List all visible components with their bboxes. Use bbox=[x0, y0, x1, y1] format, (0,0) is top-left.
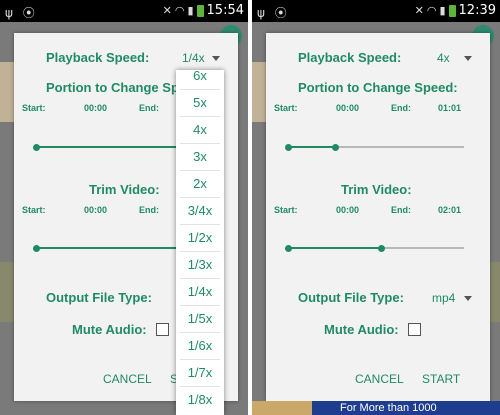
mute-audio-label: Mute Audio: bbox=[72, 322, 147, 337]
battery-icon bbox=[448, 4, 456, 17]
portion-start-value: 00:00 bbox=[84, 103, 108, 113]
signal-icon: ▮ bbox=[439, 4, 446, 17]
menu-item-1-3x[interactable]: 1/3x bbox=[176, 257, 224, 272]
portion-end-label: End: bbox=[391, 103, 411, 113]
menu-divider bbox=[180, 170, 220, 171]
output-file-type-label: Output File Type: bbox=[298, 290, 404, 305]
portion-label: Portion to Change Sp bbox=[46, 80, 179, 95]
menu-item-1-2x[interactable]: 1/2x bbox=[176, 230, 224, 245]
ad-banner[interactable]: For More than 1000 bbox=[252, 401, 500, 415]
portion-slider-fill bbox=[288, 146, 336, 148]
menu-item-1-5x[interactable]: 1/5x bbox=[176, 311, 224, 326]
cancel-button[interactable]: CANCEL bbox=[103, 372, 152, 386]
ad-thumbnail bbox=[252, 401, 312, 415]
trim-slider-fill bbox=[288, 247, 382, 249]
cancel-button[interactable]: CANCEL bbox=[355, 372, 404, 386]
trim-video-label: Trim Video: bbox=[341, 182, 412, 197]
menu-divider bbox=[180, 251, 220, 252]
trim-start-label: Start: bbox=[22, 205, 46, 215]
trim-end-value: 02:01 bbox=[438, 205, 462, 215]
mute-audio-label: Mute Audio: bbox=[324, 322, 399, 337]
video-thumbnail bbox=[0, 62, 14, 122]
mute-icon: ✕ bbox=[414, 4, 424, 17]
status-bar: ψ ⦿ ✕ ◠ ▮ 15:54 bbox=[0, 0, 248, 22]
video-thumbnail bbox=[0, 262, 14, 322]
trim-slider-start-handle[interactable] bbox=[285, 244, 292, 252]
portion-start-label: Start: bbox=[274, 103, 298, 113]
trim-start-value: 00:00 bbox=[336, 205, 360, 215]
status-bar: ψ ⦿ ✕ ◠ ▮ 12:39 bbox=[252, 0, 500, 22]
trim-slider-start-handle[interactable] bbox=[33, 244, 40, 252]
menu-item-1-6x[interactable]: 1/6x bbox=[176, 338, 224, 353]
trim-slider-fill bbox=[36, 247, 190, 249]
menu-item-4x[interactable]: 4x bbox=[176, 122, 224, 137]
playback-speed-label: Playback Speed: bbox=[298, 50, 402, 65]
trim-slider[interactable] bbox=[33, 244, 190, 252]
portion-slider-fill bbox=[36, 146, 190, 148]
start-button[interactable]: START bbox=[422, 372, 460, 386]
menu-item-6x[interactable]: 6x bbox=[176, 68, 224, 83]
menu-divider bbox=[180, 197, 220, 198]
trim-start-label: Start: bbox=[274, 205, 298, 215]
trim-video-label: Trim Video: bbox=[89, 182, 160, 197]
usb-icon: ψ ⦿ bbox=[5, 6, 38, 20]
wifi-icon: ◠ bbox=[426, 4, 437, 17]
portion-slider[interactable] bbox=[33, 143, 190, 151]
menu-divider bbox=[180, 386, 220, 387]
ad-banner-text: For More than 1000 bbox=[340, 402, 437, 414]
trim-slider-end-handle[interactable] bbox=[377, 244, 385, 252]
speed-dropdown-menu: 6x 5x 4x 3x 2x 3/4x 1/2x 1/3x 1/4x 1/5x … bbox=[176, 68, 224, 415]
menu-item-3-4x[interactable]: 3/4x bbox=[176, 203, 224, 218]
status-time: 15:54 bbox=[206, 3, 244, 18]
menu-divider bbox=[180, 278, 220, 279]
portion-start-label: Start: bbox=[22, 103, 46, 113]
trim-end-label: End: bbox=[391, 205, 411, 215]
signal-icon: ▮ bbox=[187, 4, 194, 17]
playback-speed-select[interactable]: 1/4x bbox=[182, 51, 205, 65]
menu-item-1-4x[interactable]: 1/4x bbox=[176, 284, 224, 299]
menu-divider bbox=[180, 143, 220, 144]
trim-end-label: End: bbox=[139, 205, 159, 215]
playback-speed-select[interactable]: 4x bbox=[437, 51, 450, 65]
trim-slider[interactable] bbox=[285, 244, 464, 252]
portion-slider-start-handle[interactable] bbox=[33, 143, 40, 151]
output-file-type-select[interactable]: mp4 bbox=[432, 291, 455, 305]
video-thumbnail bbox=[252, 62, 266, 122]
mute-audio-checkbox[interactable] bbox=[156, 323, 169, 336]
trim-start-value: 00:00 bbox=[84, 205, 108, 215]
screenshot-left: ψ ⦿ ✕ ◠ ▮ 15:54 Playback Speed: 1/4x Por… bbox=[0, 0, 248, 415]
menu-divider bbox=[180, 224, 220, 225]
menu-item-2x[interactable]: 2x bbox=[176, 176, 224, 191]
menu-divider bbox=[180, 359, 220, 360]
portion-start-value: 00:00 bbox=[336, 103, 360, 113]
menu-item-1-8x[interactable]: 1/8x bbox=[176, 392, 224, 407]
portion-slider[interactable] bbox=[285, 143, 464, 151]
portion-slider-end-handle[interactable] bbox=[332, 143, 340, 151]
mute-icon: ✕ bbox=[162, 4, 172, 17]
menu-item-1-7x[interactable]: 1/7x bbox=[176, 365, 224, 380]
menu-item-5x[interactable]: 5x bbox=[176, 95, 224, 110]
battery-icon bbox=[196, 4, 204, 17]
menu-divider bbox=[180, 332, 220, 333]
output-file-type-label: Output File Type: bbox=[46, 290, 152, 305]
playback-speed-label: Playback Speed: bbox=[46, 50, 150, 65]
status-time: 12:39 bbox=[458, 3, 496, 18]
usb-icon: ψ ⦿ bbox=[257, 6, 290, 20]
portion-label: Portion to Change Speed: bbox=[298, 80, 458, 95]
menu-divider bbox=[180, 89, 220, 90]
portion-slider-start-handle[interactable] bbox=[285, 143, 292, 151]
menu-divider bbox=[180, 116, 220, 117]
portion-end-value: 01:01 bbox=[438, 103, 462, 113]
menu-item-3x[interactable]: 3x bbox=[176, 149, 224, 164]
wifi-icon: ◠ bbox=[174, 4, 185, 17]
dropdown-caret-icon bbox=[212, 56, 220, 61]
dropdown-caret-icon bbox=[464, 296, 472, 301]
screenshot-right: ψ ⦿ ✕ ◠ ▮ 12:39 Playback Speed: 4x Porti… bbox=[252, 0, 500, 415]
menu-divider bbox=[180, 305, 220, 306]
speed-dialog: Playback Speed: 4x Portion to Change Spe… bbox=[266, 33, 490, 401]
dropdown-caret-icon bbox=[464, 56, 472, 61]
mute-audio-checkbox[interactable] bbox=[408, 323, 421, 336]
portion-end-label: End: bbox=[139, 103, 159, 113]
